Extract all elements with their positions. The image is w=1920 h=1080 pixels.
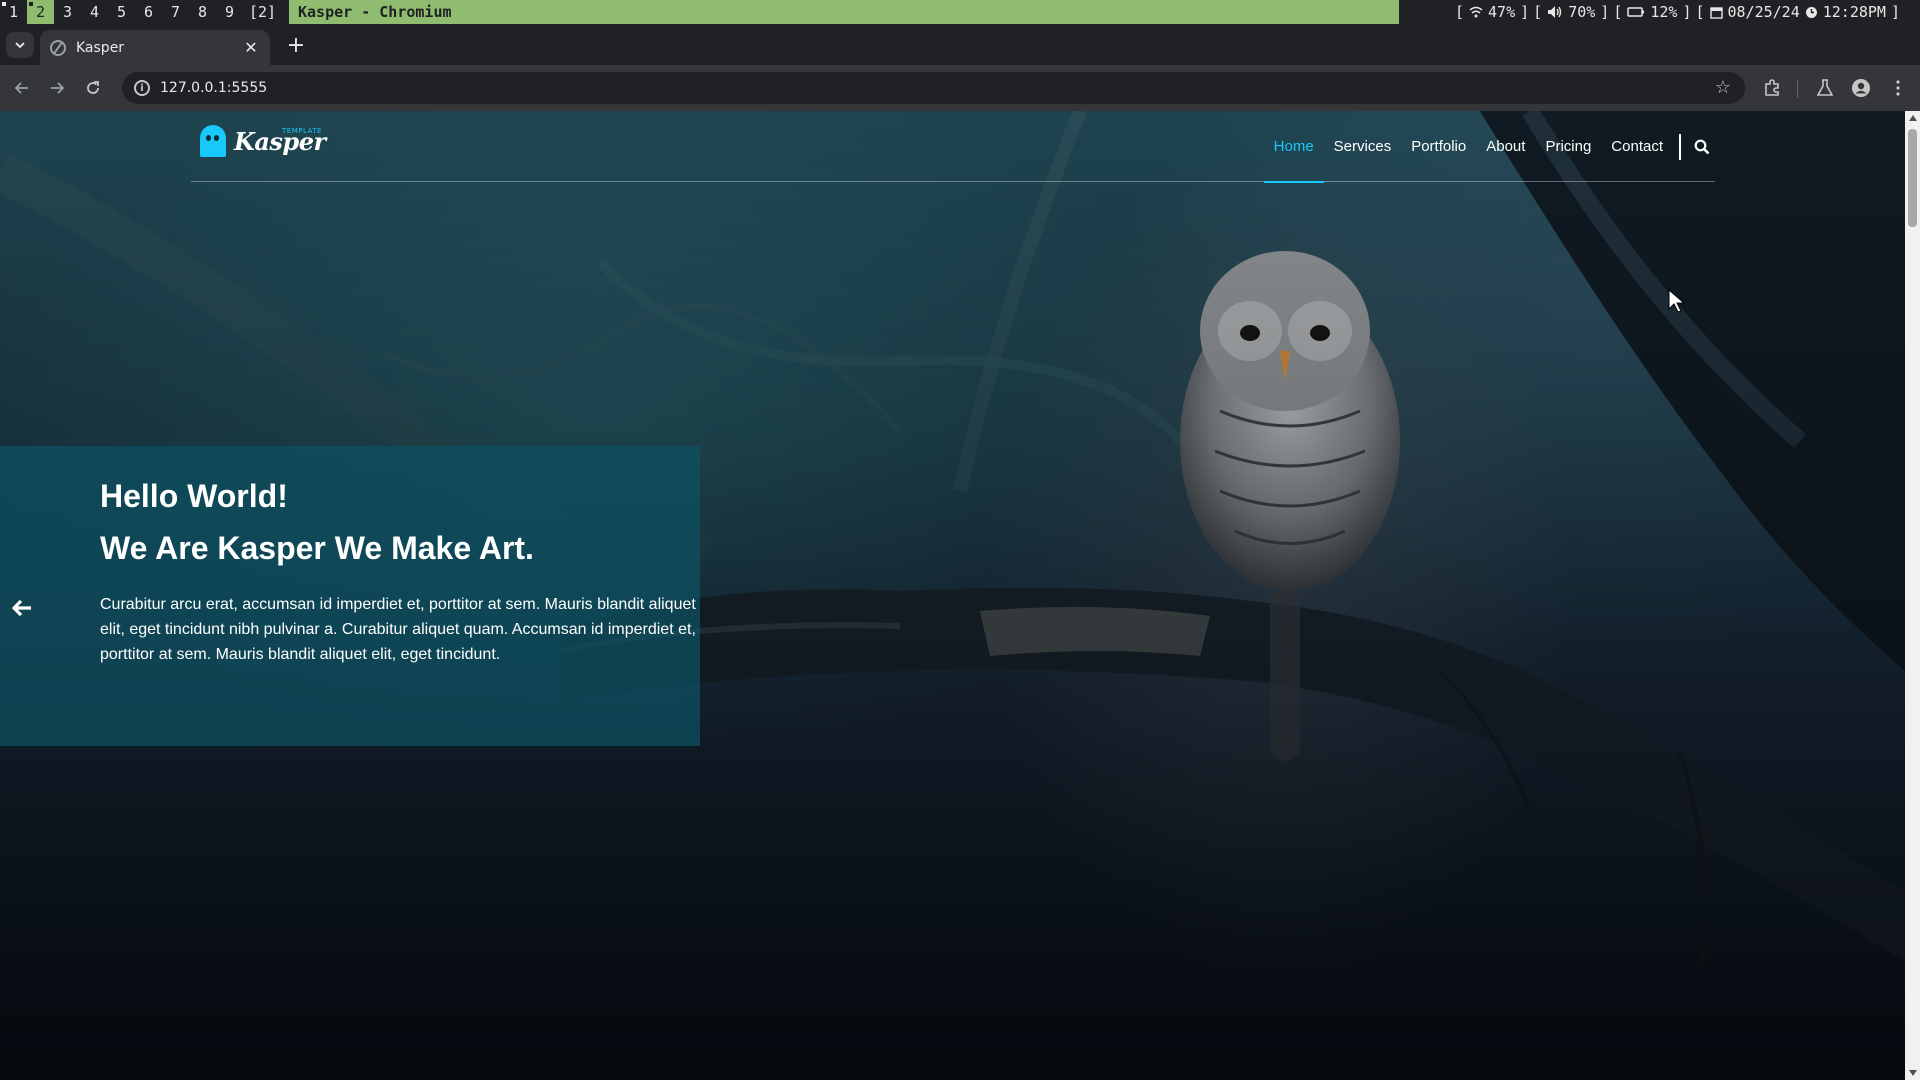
scroll-down-icon[interactable] <box>1909 1070 1917 1076</box>
wifi-level: 47% <box>1488 3 1516 21</box>
calendar-icon <box>1709 6 1723 19</box>
address-bar[interactable]: i 127.0.0.1:5555 ☆ <box>122 72 1745 104</box>
arrow-right-icon <box>51 82 65 94</box>
layout-indicator[interactable]: [2] <box>243 0 282 24</box>
nav-home[interactable]: Home <box>1263 111 1324 183</box>
workspace-2[interactable]: 2 <box>27 0 54 24</box>
toolbar-divider <box>1797 80 1798 98</box>
globe-icon <box>50 39 66 56</box>
battery-level: 12% <box>1650 3 1678 21</box>
volume-icon <box>1548 6 1562 18</box>
workspace-7[interactable]: 7 <box>162 0 189 24</box>
volume-level: 70% <box>1568 3 1596 21</box>
scrollbar-thumb[interactable] <box>1908 129 1917 227</box>
tab-search-button[interactable] <box>6 32 34 58</box>
arrow-left-icon <box>12 599 31 617</box>
page-viewport: Kasper TEMPLATE Home Services Portfolio … <box>0 111 1905 1080</box>
back-button[interactable] <box>9 75 35 101</box>
workspace-9[interactable]: 9 <box>216 0 243 24</box>
workspace-6[interactable]: 6 <box>135 0 162 24</box>
forward-button[interactable] <box>44 75 70 101</box>
person-icon[interactable] <box>1851 78 1871 98</box>
tab-strip: Kasper ✕ + <box>0 24 1920 65</box>
flask-icon[interactable] <box>1815 78 1835 98</box>
reload-icon <box>87 81 99 94</box>
clock-icon <box>1805 6 1817 18</box>
battery-icon <box>1627 7 1645 17</box>
workspace-3[interactable]: 3 <box>54 0 81 24</box>
window-title: Kasper - Chromium <box>289 0 1399 24</box>
site-header: Kasper TEMPLATE Home Services Portfolio … <box>191 111 1715 183</box>
site-info-icon[interactable]: i <box>134 80 150 96</box>
nav-pricing[interactable]: Pricing <box>1535 111 1601 182</box>
arrow-left-icon <box>14 82 28 94</box>
reload-button[interactable] <box>80 75 106 101</box>
hero-paragraph: Curabitur arcu erat, accumsan id imperdi… <box>100 596 696 663</box>
nav-contact[interactable]: Contact <box>1601 111 1673 182</box>
hero-line-1: Hello World! <box>100 478 288 514</box>
nav-services[interactable]: Services <box>1324 111 1402 182</box>
workspace-4[interactable]: 4 <box>81 0 108 24</box>
ghost-logo-icon <box>200 125 226 157</box>
page-scrollbar[interactable] <box>1905 111 1920 1080</box>
search-button[interactable] <box>1689 111 1715 182</box>
nav-portfolio[interactable]: Portfolio <box>1401 111 1476 182</box>
scroll-up-icon[interactable] <box>1909 115 1917 121</box>
nav-about[interactable]: About <box>1476 111 1535 182</box>
date: 08/25/24 <box>1727 3 1800 21</box>
url-text[interactable]: 127.0.0.1:5555 <box>160 80 267 96</box>
kebab-icon[interactable] <box>1888 78 1908 98</box>
browser-toolbar: i 127.0.0.1:5555 ☆ <box>0 65 1920 111</box>
wifi-icon <box>1469 6 1483 18</box>
star-icon[interactable]: ☆ <box>1715 77 1731 98</box>
logo-tagline: TEMPLATE <box>282 127 322 135</box>
hero-panel: Hello World! We Are Kasper We Make Art. … <box>0 446 700 746</box>
workspace-1[interactable]: 1 <box>0 0 27 24</box>
mouse-cursor-icon <box>1668 289 1686 313</box>
tab-title: Kasper <box>76 39 125 56</box>
workspace-5[interactable]: 5 <box>108 0 135 24</box>
main-nav: Home Services Portfolio About Pricing Co… <box>1263 111 1715 183</box>
hero-title: Hello World! We Are Kasper We Make Art. <box>100 470 680 574</box>
new-tab-button[interactable]: + <box>284 34 308 58</box>
prev-slide-button[interactable] <box>10 596 34 620</box>
workspace-8[interactable]: 8 <box>189 0 216 24</box>
tab-kasper[interactable]: Kasper ✕ <box>40 30 270 65</box>
system-status: [ 47% ] [ 70% ] [ 12% ] [ 08/25/24 12:28… <box>1455 3 1900 21</box>
hero-line-2: We Are Kasper We Make Art. <box>100 530 534 566</box>
close-tab-icon[interactable]: ✕ <box>242 38 260 57</box>
nav-divider <box>1679 133 1681 160</box>
wm-status-bar: 1 2 3 4 5 6 7 8 9 [2] Kasper - Chromium … <box>0 0 1920 24</box>
chevron-down-icon <box>15 42 25 49</box>
search-icon <box>1694 139 1710 154</box>
puzzle-icon[interactable] <box>1762 78 1782 98</box>
site-logo[interactable]: Kasper TEMPLATE <box>200 121 326 161</box>
time: 12:28PM <box>1822 3 1886 21</box>
